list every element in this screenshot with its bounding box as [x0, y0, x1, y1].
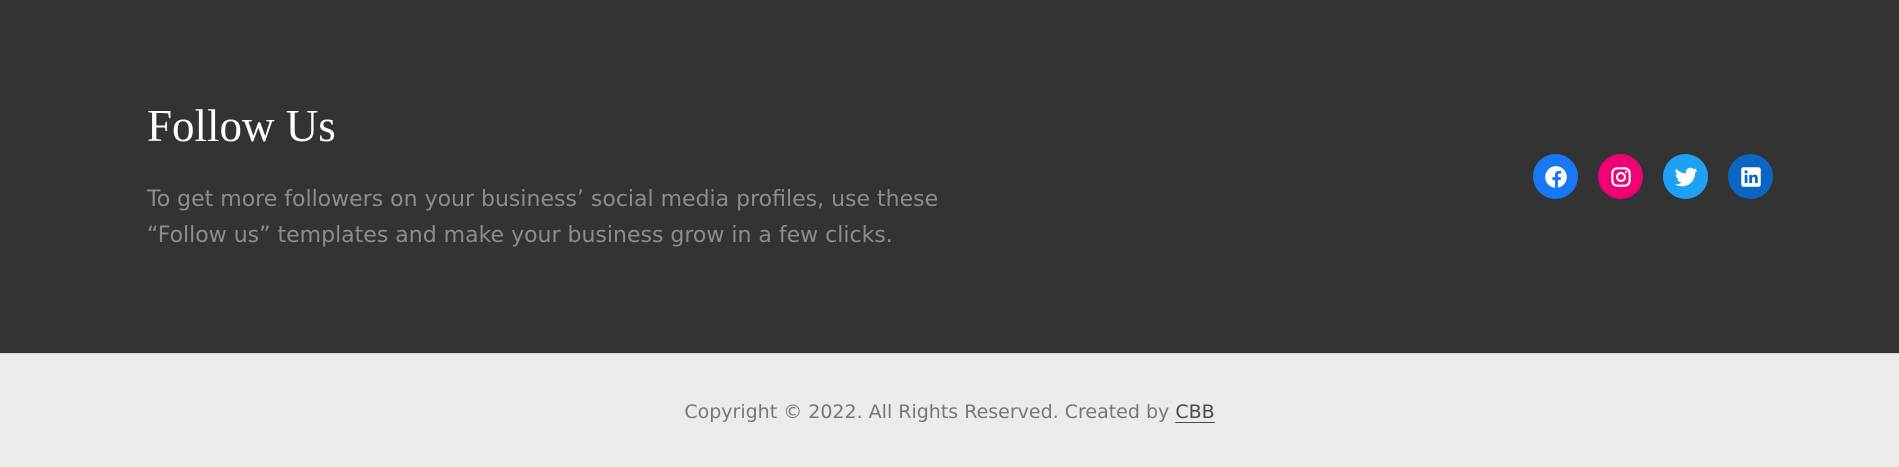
linkedin-icon: [1740, 166, 1761, 187]
linkedin-button[interactable]: [1728, 154, 1773, 199]
instagram-icon: [1610, 166, 1631, 187]
facebook-icon: [1544, 165, 1567, 188]
instagram-button[interactable]: [1598, 154, 1643, 199]
social-links: [1533, 154, 1773, 199]
copyright-label: Copyright © 2022. All Rights Reserved. C…: [684, 400, 1176, 423]
copyright-bar: Copyright © 2022. All Rights Reserved. C…: [0, 353, 1899, 467]
follow-description: To get more followers on your business’ …: [147, 187, 939, 248]
twitter-button[interactable]: [1663, 154, 1708, 199]
follow-title: Follow Us: [147, 101, 336, 151]
copyright-text: Copyright © 2022. All Rights Reserved. C…: [684, 401, 1214, 423]
follow-us-section: Follow Us To get more followers on your …: [0, 0, 1899, 353]
facebook-button[interactable]: [1533, 154, 1578, 199]
creator-link[interactable]: CBB: [1175, 401, 1214, 423]
twitter-icon: [1674, 167, 1697, 186]
